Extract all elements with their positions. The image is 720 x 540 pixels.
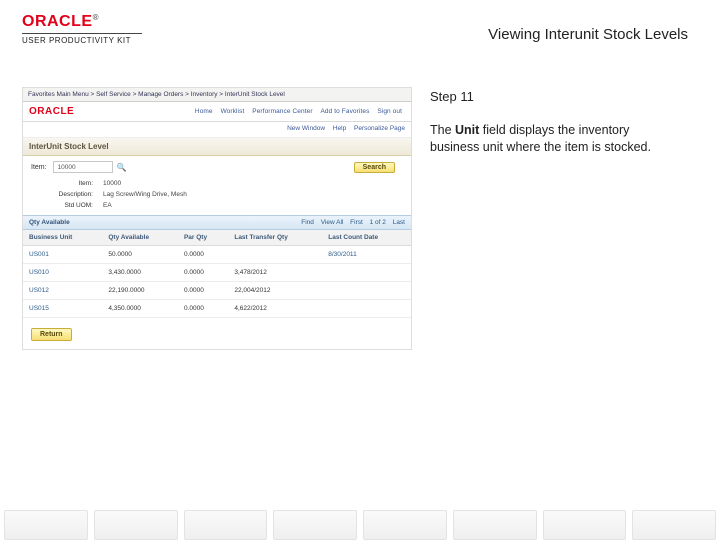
brand-name: ORACLE® — [22, 14, 142, 30]
search-form-row: Item: 10000 🔍 Search — [23, 156, 411, 178]
cell-qty: 22,190.0000 — [102, 282, 178, 300]
meta-item: Item: 10000 — [23, 178, 411, 189]
app-screenshot: Favorites Main Menu > Self Service > Man… — [22, 87, 412, 350]
cell-xfer: 22,004/2012 — [228, 282, 322, 300]
brand-divider — [22, 33, 142, 34]
table-header-row: Business Unit Qty Available Par Qty Last… — [23, 230, 411, 246]
table-row: US01222,190.00000.000022,004/2012 — [23, 282, 411, 300]
thumbnail-strip — [0, 506, 720, 540]
cell-unit[interactable]: US015 — [23, 300, 102, 318]
table-row: US0154,350.00000.00004,622/2012 — [23, 300, 411, 318]
cell-qty: 50.0000 — [102, 246, 178, 264]
step-text-prefix: The — [430, 123, 455, 137]
step-text-bold: Unit — [455, 123, 479, 137]
cell-xfer: 4,622/2012 — [228, 300, 322, 318]
meta-item-label: Item: — [31, 180, 93, 187]
meta-desc-value: Lag Screw/Wing Drive, Mesh — [103, 191, 187, 198]
thumb[interactable] — [273, 510, 357, 540]
link-personalize[interactable]: Personalize Page — [354, 125, 405, 132]
meta-std-value: EA — [103, 202, 112, 209]
breadcrumb-bar: Favorites Main Menu > Self Service > Man… — [23, 88, 411, 102]
pager-last[interactable]: Last — [393, 219, 405, 226]
page-header: ORACLE® USER PRODUCTIVITY KIT Viewing In… — [0, 0, 720, 45]
cell-par: 0.0000 — [178, 246, 228, 264]
cell-date — [322, 300, 411, 318]
search-button[interactable]: Search — [354, 162, 395, 173]
nav-perf-center[interactable]: Performance Center — [252, 108, 312, 115]
panel-title: InterUnit Stock Level — [23, 138, 411, 156]
cell-xfer: 3,478/2012 — [228, 264, 322, 282]
brand-logo: ORACLE® USER PRODUCTIVITY KIT — [22, 14, 142, 45]
cell-unit[interactable]: US012 — [23, 282, 102, 300]
thumb[interactable] — [453, 510, 537, 540]
brand-subtitle: USER PRODUCTIVITY KIT — [22, 36, 142, 45]
col-xfer: Last Transfer Qty — [228, 230, 322, 246]
meta-desc: Description: Lag Screw/Wing Drive, Mesh — [23, 189, 411, 200]
app-logo: ORACLE — [29, 106, 74, 117]
brand-text: ORACLE — [22, 13, 93, 30]
step-body: The Unit field displays the inventory bu… — [430, 122, 680, 156]
nav-worklist[interactable]: Worklist — [221, 108, 245, 115]
meta-std-label: Std UOM: — [31, 202, 93, 209]
stock-table: Business Unit Qty Available Par Qty Last… — [23, 230, 411, 318]
link-new-window[interactable]: New Window — [287, 125, 325, 132]
nav-add-fav[interactable]: Add to Favorites — [321, 108, 370, 115]
top-nav-links: Home Worklist Performance Center Add to … — [192, 108, 405, 115]
cell-date — [322, 282, 411, 300]
cell-qty: 4,350.0000 — [102, 300, 178, 318]
cell-xfer — [228, 246, 322, 264]
nav-signout[interactable]: Sign out — [377, 108, 402, 115]
app-header-bar: ORACLE Home Worklist Performance Center … — [23, 102, 411, 122]
pager-viewall[interactable]: View All — [321, 219, 344, 226]
cell-date: 8/30/2011 — [322, 246, 411, 264]
cell-par: 0.0000 — [178, 264, 228, 282]
col-par: Par Qty — [178, 230, 228, 246]
pager-first[interactable]: First — [350, 219, 363, 226]
pager-range: 1 of 2 — [370, 219, 386, 226]
sub-nav-links: New Window Help Personalize Page — [23, 122, 411, 138]
grid-pager-controls: Find View All First 1 of 2 Last — [296, 219, 405, 226]
thumb[interactable] — [363, 510, 447, 540]
document-title: Viewing Interunit Stock Levels — [488, 26, 688, 43]
table-row: US00150.00000.0000 8/30/2011 — [23, 246, 411, 264]
return-button[interactable]: Return — [31, 328, 72, 341]
table-row: US0103,430.00000.00003,478/2012 — [23, 264, 411, 282]
content-area: Favorites Main Menu > Self Service > Man… — [0, 45, 720, 350]
cell-unit[interactable]: US010 — [23, 264, 102, 282]
grid-pager: Qty Available Find View All First 1 of 2… — [23, 215, 411, 230]
pager-find[interactable]: Find — [301, 219, 314, 226]
thumb[interactable] — [632, 510, 716, 540]
col-date: Last Count Date — [322, 230, 411, 246]
brand-suffix: ® — [93, 13, 99, 22]
cell-unit[interactable]: US001 — [23, 246, 102, 264]
cell-date — [322, 264, 411, 282]
cell-par: 0.0000 — [178, 282, 228, 300]
meta-std: Std UOM: EA — [23, 200, 411, 211]
col-unit: Business Unit — [23, 230, 102, 246]
meta-desc-label: Description: — [31, 191, 93, 198]
item-input[interactable]: 10000 — [53, 161, 113, 173]
col-qty: Qty Available — [102, 230, 178, 246]
thumb[interactable] — [94, 510, 178, 540]
lookup-icon[interactable]: 🔍 — [117, 163, 127, 172]
thumb[interactable] — [543, 510, 627, 540]
grid-title: Qty Available — [29, 219, 70, 226]
cell-par: 0.0000 — [178, 300, 228, 318]
cell-qty: 3,430.0000 — [102, 264, 178, 282]
instruction-panel: Step 11 The Unit field displays the inve… — [430, 87, 698, 350]
item-label: Item: — [31, 164, 47, 171]
step-label: Step 11 — [430, 89, 698, 104]
meta-item-value: 10000 — [103, 180, 121, 187]
nav-home[interactable]: Home — [195, 108, 213, 115]
thumb[interactable] — [4, 510, 88, 540]
thumb[interactable] — [184, 510, 268, 540]
link-help[interactable]: Help — [333, 125, 346, 132]
